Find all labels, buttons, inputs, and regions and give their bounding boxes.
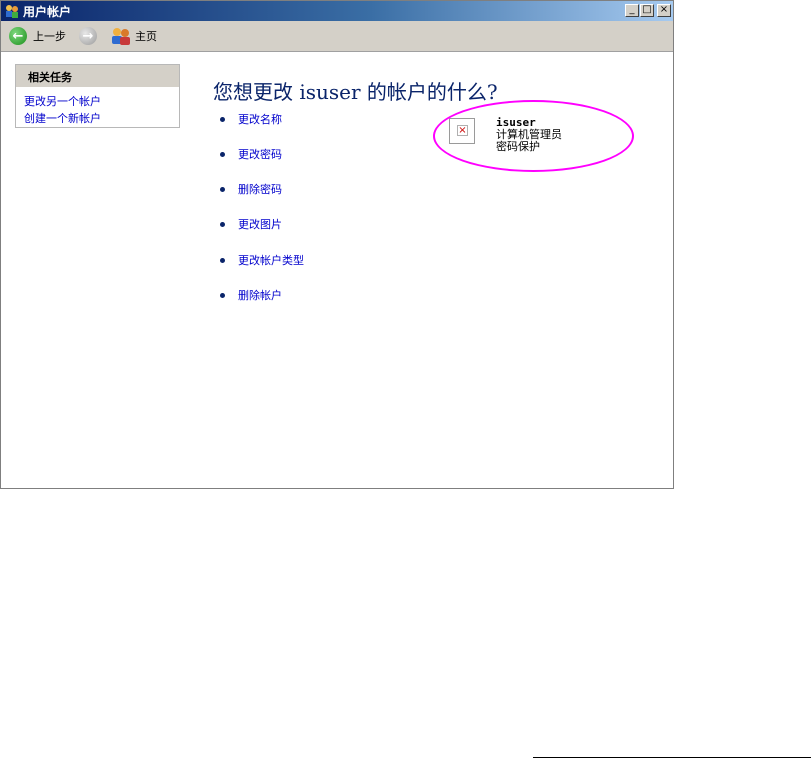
arrow-right-icon: → <box>79 27 97 45</box>
option-label: 更改图片 <box>238 218 282 231</box>
title-bar: 用户帐户 _ □ × <box>1 1 673 21</box>
bullet-icon <box>220 221 225 227</box>
related-tasks-header: 相关任务 <box>16 65 179 87</box>
back-label: 上一步 <box>33 30 66 43</box>
option-delete-account[interactable]: 删除帐户 <box>220 287 282 303</box>
option-label: 删除密码 <box>238 183 282 196</box>
bullet-icon <box>220 257 225 263</box>
bullet-icon <box>220 116 225 122</box>
option-label: 更改帐户类型 <box>238 254 304 267</box>
option-label: 更改名称 <box>238 113 282 126</box>
users-icon <box>112 28 130 45</box>
home-label: 主页 <box>135 30 157 43</box>
option-label: 更改密码 <box>238 148 282 161</box>
bullet-icon <box>220 292 225 298</box>
bullet-icon <box>220 186 225 192</box>
option-change-password[interactable]: 更改密码 <box>220 146 282 162</box>
option-remove-password[interactable]: 删除密码 <box>220 181 282 197</box>
related-tasks-panel: 相关任务 更改另一个帐户 创建一个新帐户 <box>15 64 180 128</box>
create-new-account-link[interactable]: 创建一个新帐户 <box>24 110 101 126</box>
arrow-left-icon: ← <box>9 27 27 45</box>
forward-button[interactable]: → <box>79 26 97 46</box>
window-title: 用户帐户 <box>23 5 72 19</box>
back-button[interactable]: ← 上一步 <box>9 26 66 46</box>
close-button[interactable]: × <box>657 4 671 17</box>
option-change-picture[interactable]: 更改图片 <box>220 216 282 232</box>
option-change-account-type[interactable]: 更改帐户类型 <box>220 252 304 268</box>
minimize-button[interactable]: _ <box>625 4 639 17</box>
change-another-account-link[interactable]: 更改另一个帐户 <box>24 93 101 109</box>
option-label: 删除帐户 <box>238 289 282 302</box>
user-accounts-window: 用户帐户 _ □ × ← 上一步 → 主页 相关任务 更改另一个帐户 创建一个新… <box>0 0 674 489</box>
bullet-icon <box>220 151 225 157</box>
maximize-button[interactable]: □ <box>640 4 654 17</box>
home-button[interactable]: 主页 <box>111 26 157 46</box>
option-change-name[interactable]: 更改名称 <box>220 111 282 127</box>
user-accounts-app-icon <box>6 5 18 18</box>
highlight-ellipse <box>433 100 634 172</box>
toolbar: ← 上一步 → 主页 <box>1 21 673 52</box>
page-title: 您想更改 isuser 的帐户的什么? <box>213 80 498 104</box>
